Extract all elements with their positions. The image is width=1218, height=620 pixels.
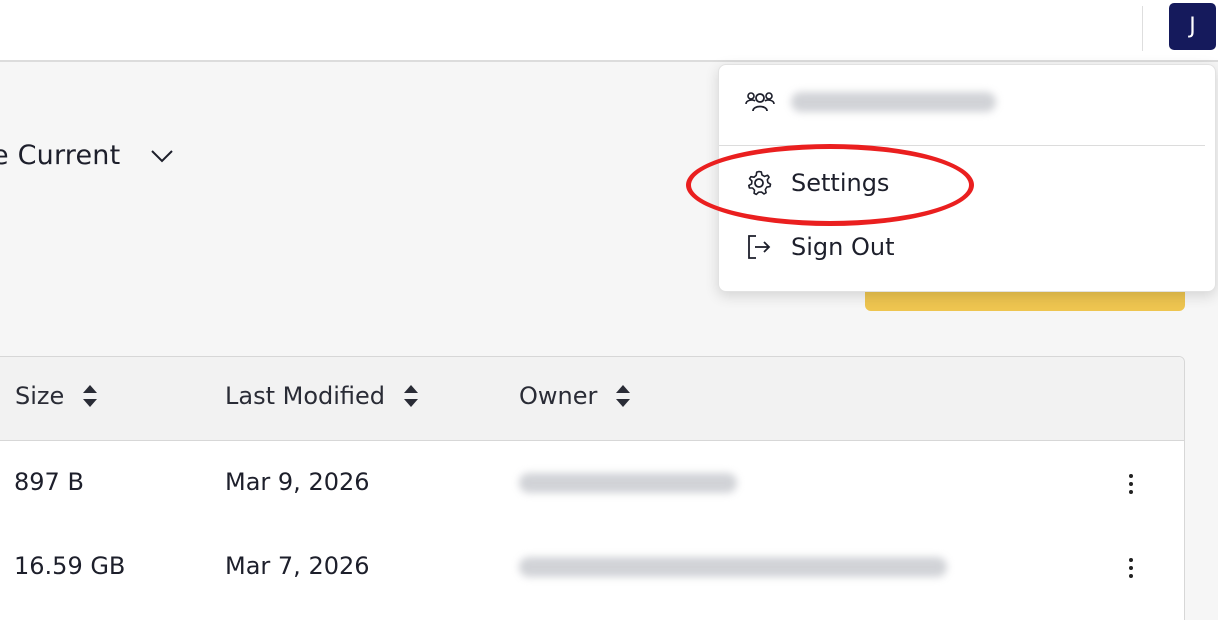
column-header-label: Size [15,382,65,410]
column-header-owner[interactable]: Owner [519,382,631,410]
chevron-down-icon [150,149,174,163]
account-info [745,89,996,115]
gear-icon [745,169,773,197]
view-filter-dropdown[interactable]: e Current [0,140,174,171]
column-header-label: Last Modified [225,382,386,410]
table-header: Size Last Modified Owner [0,357,1184,441]
sign-out-label: Sign Out [791,233,895,261]
column-header-size[interactable]: Size [15,382,98,410]
sort-icon [615,383,631,409]
page: J e Current Size Last Modified Owner 897… [0,0,1218,620]
owner-email-redacted [519,473,737,493]
cell-size: 897 B [14,468,84,496]
cell-last-modified: Mar 7, 2026 [225,552,370,580]
user-avatar-button[interactable]: J [1169,3,1216,50]
owner-email-redacted [519,557,947,577]
users-icon [745,89,775,115]
user-menu-dropdown: Settings Sign Out [718,64,1216,292]
sign-out-icon [745,233,773,261]
cell-last-modified: Mar 9, 2026 [225,468,370,496]
settings-label: Settings [791,169,890,197]
settings-menu-item[interactable]: Settings [745,169,889,197]
sign-out-menu-item[interactable]: Sign Out [745,233,895,261]
row-more-options-icon[interactable] [1121,469,1141,499]
row-more-options-icon[interactable] [1121,553,1141,583]
menu-divider [719,145,1205,146]
account-email-redacted [791,92,996,112]
top-bar: J [0,0,1218,62]
sort-icon [403,383,419,409]
files-table: Size Last Modified Owner 897 B Mar 9, 20… [0,356,1185,620]
topbar-divider [1142,6,1143,51]
column-header-label: Owner [519,382,598,410]
sort-icon [82,383,98,409]
cell-size: 16.59 GB [14,552,126,580]
view-filter-label: e Current [0,140,121,171]
column-header-last-modified[interactable]: Last Modified [225,382,419,410]
